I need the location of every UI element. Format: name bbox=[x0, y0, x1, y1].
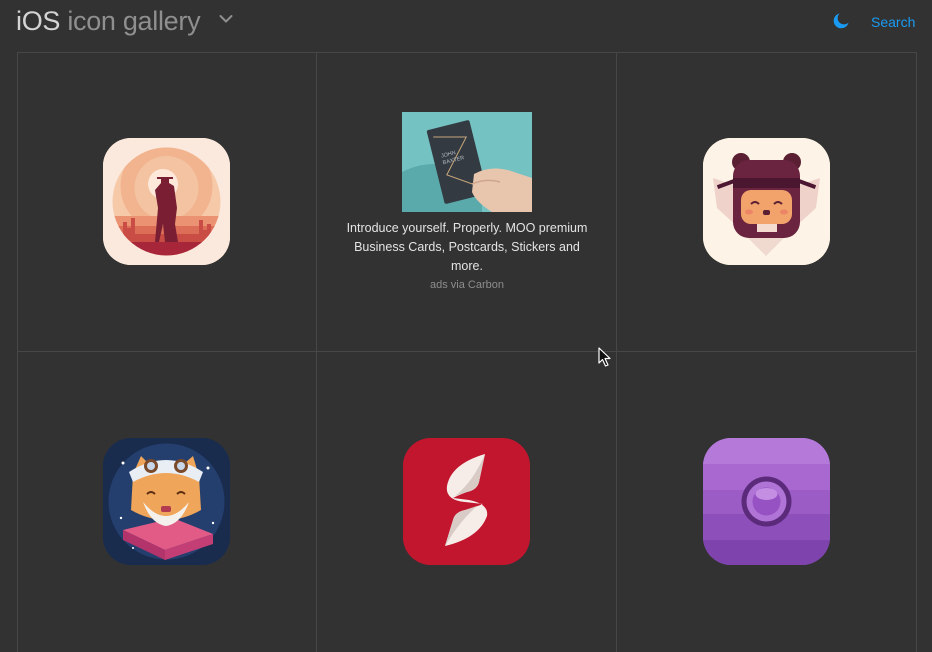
moon-icon[interactable] bbox=[832, 12, 850, 30]
ninja-creature-app-icon[interactable] bbox=[703, 138, 830, 265]
grid-divider bbox=[916, 52, 917, 652]
purple-camera-lens-art bbox=[703, 438, 830, 565]
ad-text[interactable]: Introduce yourself. Properly. MOO premiu… bbox=[345, 219, 589, 276]
gallery-cell[interactable] bbox=[317, 352, 616, 650]
icon-grid: JOHN BAXTER Introduce yourself. Properly… bbox=[17, 52, 917, 652]
alchemist-cat-art bbox=[103, 438, 230, 565]
gallery-cell[interactable] bbox=[617, 352, 916, 650]
site-title[interactable]: iOS icon gallery bbox=[16, 5, 201, 37]
purple-camera-lens-app-icon[interactable] bbox=[703, 438, 830, 565]
chevron-down-icon[interactable] bbox=[219, 14, 233, 24]
red-s-ribbon-art bbox=[403, 438, 530, 565]
gallery-cell[interactable] bbox=[18, 53, 317, 351]
title-secondary[interactable]: icon gallery bbox=[67, 6, 200, 36]
desert-cowboy-art bbox=[103, 138, 230, 265]
ninja-creature-art bbox=[703, 138, 830, 265]
gallery-cell[interactable] bbox=[617, 53, 916, 351]
header-bar: iOS icon gallery Search bbox=[0, 0, 932, 46]
carbon-ad[interactable]: JOHN BAXTER Introduce yourself. Properly… bbox=[317, 53, 616, 351]
ad-via-link[interactable]: ads via Carbon bbox=[345, 278, 589, 292]
red-s-ribbon-app-icon[interactable] bbox=[403, 438, 530, 565]
title-primary[interactable]: iOS bbox=[16, 6, 60, 36]
search-link[interactable]: Search bbox=[871, 13, 915, 31]
desert-cowboy-app-icon[interactable] bbox=[103, 138, 230, 265]
gallery-cell[interactable] bbox=[18, 352, 317, 650]
ad-image[interactable]: JOHN BAXTER bbox=[402, 112, 532, 212]
alchemist-cat-book-app-icon[interactable] bbox=[103, 438, 230, 565]
mouse-cursor-icon bbox=[598, 347, 611, 367]
